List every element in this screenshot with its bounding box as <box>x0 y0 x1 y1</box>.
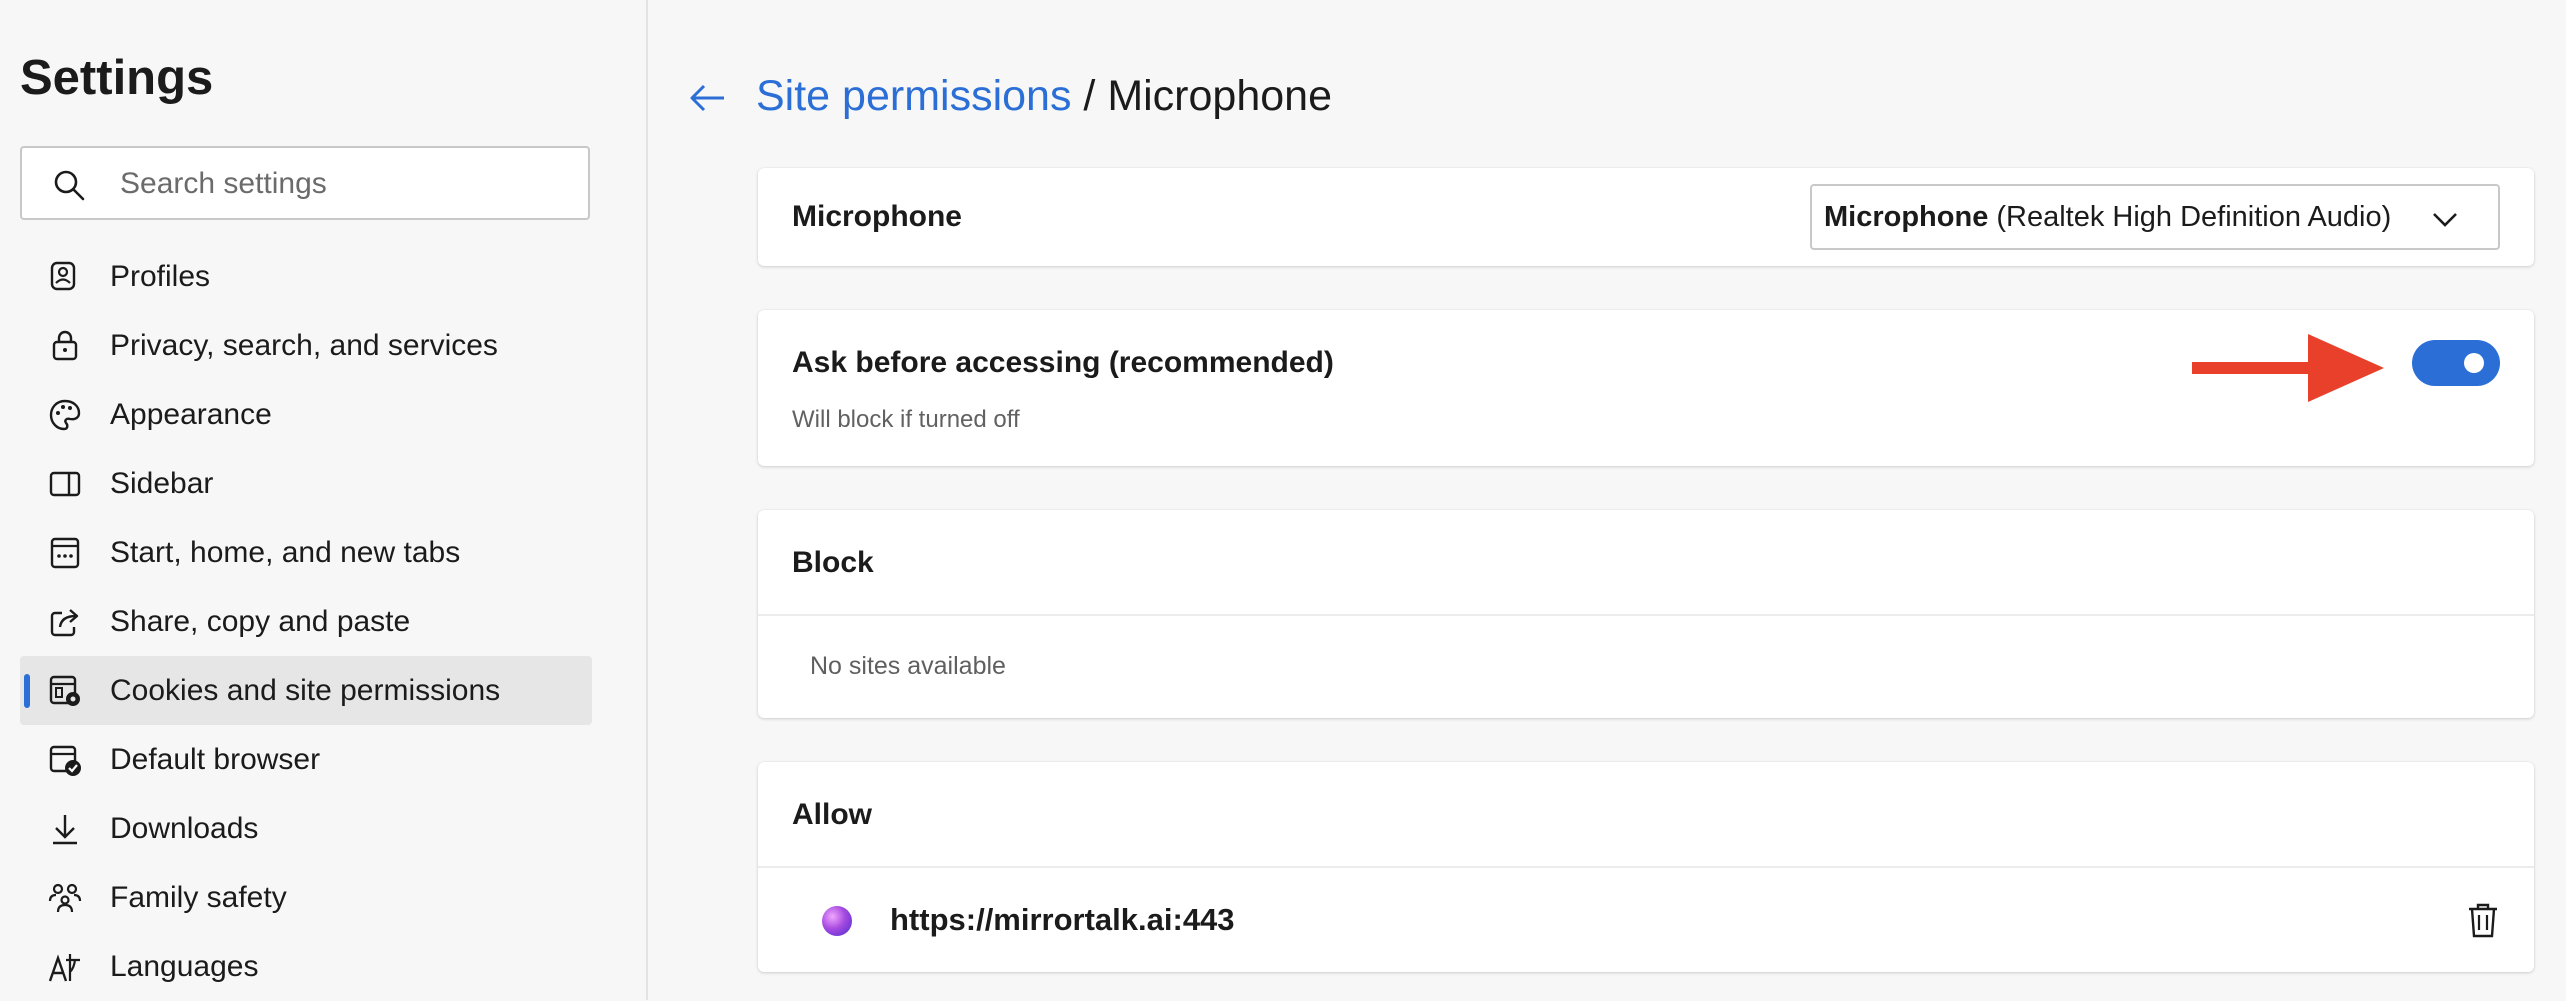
cookies-icon <box>49 675 80 706</box>
site-favicon-icon <box>822 906 852 936</box>
palette-icon <box>49 399 81 431</box>
breadcrumb-separator: / <box>1083 72 1096 120</box>
sidebar-item-family-safety[interactable]: Family safety <box>20 863 592 932</box>
block-empty-text: No sites available <box>810 652 1006 680</box>
sidebar-item-label: Profiles <box>110 259 211 293</box>
home-tabs-icon <box>50 537 80 569</box>
sidebar-item-share[interactable]: Share, copy and paste <box>20 587 592 656</box>
sidebar-item-cookies[interactable]: Cookies and site permissions <box>20 656 592 725</box>
site-url: https://mirrortalk.ai:443 <box>890 902 1235 937</box>
microphone-card: Microphone Microphone (Realtek High Defi… <box>758 168 2534 266</box>
sidebar-item-profiles[interactable]: Profiles <box>20 242 592 311</box>
sidebar-item-languages[interactable]: Languages <box>20 932 592 1001</box>
ask-before-toggle[interactable] <box>2412 340 2500 386</box>
settings-title: Settings <box>20 51 214 105</box>
sidebar-item-label: Downloads <box>110 811 259 845</box>
block-card: Block No sites available <box>758 510 2534 718</box>
sidebar-item-label: Share, copy and paste <box>110 604 411 638</box>
block-label: Block <box>792 546 874 579</box>
trash-icon[interactable] <box>2466 901 2500 939</box>
list-item[interactable]: https://mirrortalk.ai:443 <box>758 866 2534 976</box>
ask-before-sublabel: Will block if turned off <box>792 406 1020 433</box>
sidebar-item-start-home[interactable]: Start, home, and new tabs <box>20 518 592 587</box>
search-input[interactable] <box>118 154 572 214</box>
sidebar-item-sidebar[interactable]: Sidebar <box>20 449 592 518</box>
sidebar-item-label: Family safety <box>110 880 287 914</box>
allow-label: Allow <box>792 798 872 831</box>
download-icon <box>53 815 77 845</box>
sidebar-item-label: Languages <box>110 949 259 983</box>
breadcrumb-link[interactable]: Site permissions <box>756 72 1071 120</box>
allow-card: Allow https://mirrortalk.ai:443 <box>758 762 2534 972</box>
main-content: Site permissions / Microphone Microphone… <box>648 0 2566 1000</box>
breadcrumb-current: Microphone <box>1107 72 1332 120</box>
sidebar-item-label: Sidebar <box>110 466 214 500</box>
profile-icon <box>50 261 76 291</box>
select-device-detail: (Realtek High Definition Audio) <box>1996 200 2392 233</box>
red-arrow-annotation-icon <box>2192 334 2384 402</box>
select-device-name: Microphone <box>1824 200 1989 233</box>
sidebar-item-label: Default browser <box>110 742 321 776</box>
sidebar-item-label: Privacy, search, and services <box>110 328 498 362</box>
sidebar-item-label: Cookies and site permissions <box>110 673 501 707</box>
settings-sidebar: Settings Profiles Privacy, search, and s… <box>0 0 648 1000</box>
sidebar-item-downloads[interactable]: Downloads <box>20 794 592 863</box>
search-icon <box>54 170 85 201</box>
sidebar-item-label: Appearance <box>110 397 272 431</box>
page-title: Site permissions / Microphone <box>756 72 1332 121</box>
default-browser-icon <box>49 745 81 776</box>
ask-before-label: Ask before accessing (recommended) <box>792 346 1334 379</box>
chevron-down-icon <box>2433 213 2457 227</box>
back-arrow-icon[interactable] <box>688 78 728 118</box>
toggle-knob <box>2464 353 2484 373</box>
languages-icon <box>48 954 80 982</box>
sidebar-item-privacy[interactable]: Privacy, search, and services <box>20 311 592 380</box>
sidebar-icon <box>49 471 81 497</box>
sidebar-item-appearance[interactable]: Appearance <box>20 380 592 449</box>
settings-nav: Profiles Privacy, search, and services A… <box>20 242 592 1001</box>
lock-icon <box>52 330 78 361</box>
divider <box>758 614 2534 616</box>
search-box[interactable] <box>20 146 590 220</box>
microphone-select[interactable]: Microphone (Realtek High Definition Audi… <box>1810 184 2500 250</box>
microphone-label: Microphone <box>792 200 962 233</box>
sidebar-item-label: Start, home, and new tabs <box>110 535 461 569</box>
family-icon <box>48 883 82 913</box>
share-icon <box>50 609 79 637</box>
sidebar-item-default-browser[interactable]: Default browser <box>20 725 592 794</box>
